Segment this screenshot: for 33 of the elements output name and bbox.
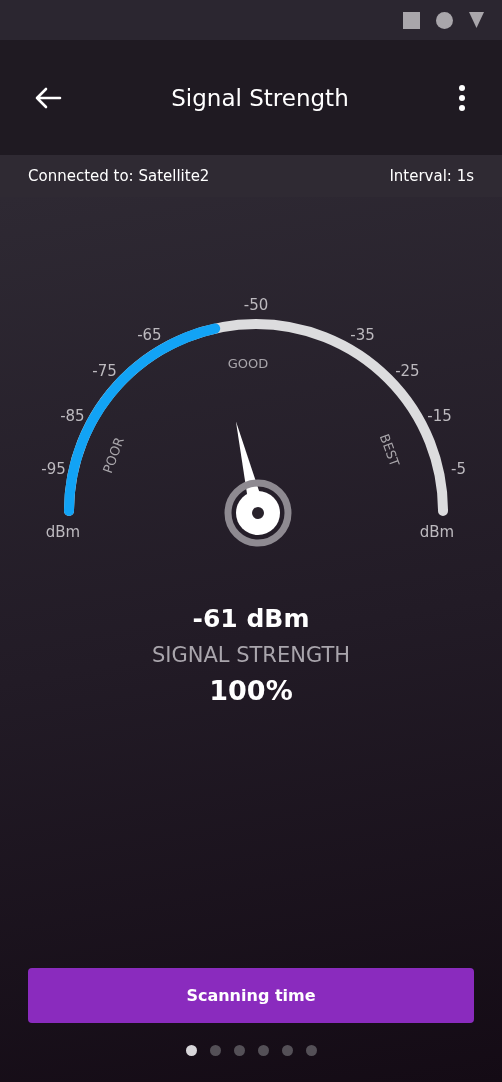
tick-label: -5 (451, 459, 466, 478)
signal-percent: 100% (209, 675, 293, 706)
tick-label: -75 (92, 361, 117, 380)
page-indicator-dot[interactable] (185, 1045, 197, 1056)
tick-label: -85 (60, 407, 85, 426)
signal-label: SIGNAL STRENGTH (151, 643, 351, 667)
more-menu-button[interactable] (458, 83, 466, 112)
back-button[interactable] (34, 86, 62, 109)
triangle-icon (469, 12, 484, 28)
unit-label: dBm (419, 523, 455, 541)
needle-hub-icon (224, 479, 292, 547)
page-indicator-dot[interactable] (305, 1045, 317, 1056)
interval-text: Interval: 1s (389, 167, 474, 185)
signal-value: -61 dBm (192, 604, 310, 633)
page-indicator-dot[interactable] (209, 1045, 221, 1056)
tick-label: -35 (350, 325, 375, 344)
tick-label: -50 (243, 296, 269, 314)
tick-label: -15 (427, 407, 452, 426)
page-indicator-dot[interactable] (233, 1045, 245, 1056)
tick-label: -65 (137, 325, 162, 344)
zone-label: BEST (376, 431, 403, 469)
zone-label: POOR (100, 435, 127, 476)
circle-icon (436, 11, 453, 29)
tick-label: -25 (395, 361, 420, 380)
connection-text: Connected to: Satellite2 (28, 167, 210, 185)
scanning-time-button[interactable]: Scanning time (28, 968, 474, 1023)
page-indicator-dot[interactable] (281, 1045, 293, 1056)
unit-label: dBm (45, 523, 81, 541)
zone-label: GOOD (227, 356, 269, 371)
page-indicator-dot[interactable] (257, 1045, 269, 1056)
square-icon (403, 11, 420, 29)
tick-label: -95 (41, 459, 66, 478)
screen-title: Signal Strength (171, 84, 349, 111)
